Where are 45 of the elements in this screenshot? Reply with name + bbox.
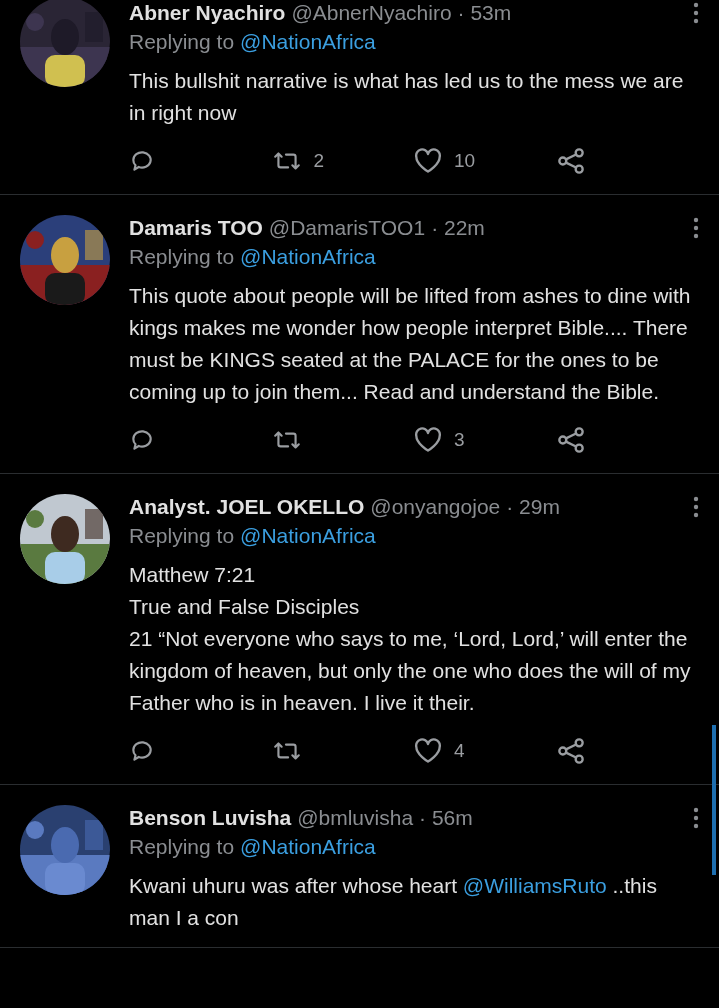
mention-link[interactable]: @NationAfrica	[240, 524, 376, 548]
like-count: 3	[454, 429, 465, 451]
user-name[interactable]: Analyst. JOEL OKELLO	[129, 495, 365, 519]
replying-label: Replying to	[129, 30, 235, 54]
mention-link[interactable]: @NationAfrica	[240, 245, 376, 269]
tweet-time: · 56m	[419, 806, 473, 830]
like-count: 10	[454, 150, 476, 172]
comment-icon[interactable]	[129, 738, 155, 764]
user-name[interactable]: Damaris TOO	[129, 216, 263, 240]
more-icon[interactable]	[693, 2, 699, 24]
share-icon[interactable]	[556, 737, 585, 765]
mention-link[interactable]: @NationAfrica	[240, 835, 376, 859]
share-icon[interactable]	[556, 147, 585, 175]
tweet-card[interactable]: Benson Luvisha @bmluvisha · 56m Replying to @NationAfrica Kwani uhuru was after whose heart @WilliamsRuto ..this man I a con	[0, 785, 719, 948]
like-count: 4	[454, 740, 465, 762]
tweet-card[interactable]: Abner Nyachiro @AbnerNyachiro · 53m Replying to @NationAfrica This bullshit narrative is what has led us to the mess we are in right now 2 10	[0, 0, 719, 195]
tweet-text: Kwani uhuru was after whose heart @WilliamsRuto ..this man I a con	[129, 873, 658, 931]
heart-icon[interactable]	[414, 148, 442, 174]
tweet-text: This bullshit narrative is what has led us to the mess we are in right now	[129, 68, 685, 126]
more-icon[interactable]	[693, 217, 699, 239]
tweet-text: Matthew 7:21 True and False Disciples 21 “Not everyone who says to me, ‘Lord, Lord,’ will enter the kingdom of heaven, but only the one who does the will of my Father who is in heaven. I live it their.	[129, 562, 692, 716]
user-handle: @AbnerNyachiro	[291, 1, 452, 25]
tweet-time: · 29m	[506, 495, 560, 519]
replying-label: Replying to	[129, 835, 235, 859]
user-handle: @DamarisTOO1	[268, 216, 426, 240]
retweet-count: 2	[313, 150, 325, 172]
more-icon[interactable]	[693, 496, 699, 518]
share-icon[interactable]	[556, 426, 585, 454]
user-handle: @bmluvisha	[297, 806, 414, 830]
mention-link[interactable]: @WilliamsRuto	[462, 874, 607, 897]
tweet-time: · 22m	[431, 216, 485, 240]
heart-icon[interactable]	[414, 738, 442, 764]
replying-label: Replying to	[129, 524, 235, 548]
comment-icon[interactable]	[129, 427, 155, 453]
replying-label: Replying to	[129, 245, 235, 269]
user-name[interactable]: Benson Luvisha	[129, 806, 292, 830]
user-name[interactable]: Abner Nyachiro	[129, 1, 286, 25]
more-icon[interactable]	[693, 807, 699, 829]
tweet-time: · 53m	[457, 1, 512, 25]
tweet-text: This quote about people will be lifted from ashes to dine with kings makes me wonder how people interpret Bible.... There must be KINGS seated at the PALACE for the ones to be coming up to join them... Read and understand the Bible.	[129, 283, 692, 405]
comment-icon[interactable]	[129, 148, 155, 174]
mention-link[interactable]: @NationAfrica	[240, 30, 376, 54]
user-handle: @onyangojoe	[370, 495, 501, 519]
heart-icon[interactable]	[414, 427, 442, 453]
scrollbar[interactable]	[712, 725, 716, 875]
